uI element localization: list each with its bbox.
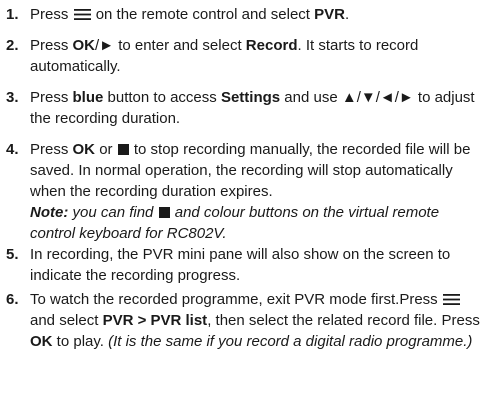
step-text: button to access xyxy=(107,89,217,106)
step-text: /► to enter and select xyxy=(95,37,242,54)
bold-term: Record xyxy=(245,37,298,54)
stop-icon xyxy=(117,144,129,155)
step-text: on the remote control and select xyxy=(95,6,310,23)
step-5: 5. In recording, the PVR mini pane will … xyxy=(4,244,480,286)
bold-term: OK xyxy=(72,37,96,54)
step-text: . xyxy=(345,6,350,23)
instruction-document: 1. Press on the remote control and selec… xyxy=(4,4,480,352)
bold-term: PVR xyxy=(314,6,345,23)
steps-list: 1. Press on the remote control and selec… xyxy=(4,4,480,352)
step-text: and select xyxy=(30,312,99,329)
bold-term: blue xyxy=(72,89,104,106)
step-number: 6. xyxy=(6,291,19,308)
note-text: you can find xyxy=(72,204,154,221)
note-label: Note: xyxy=(30,204,69,221)
step-text: to stop recording manually, the recorded… xyxy=(30,141,471,200)
step-text: or xyxy=(99,141,113,158)
step-text: Press xyxy=(30,141,69,158)
step-number: 2. xyxy=(6,37,19,54)
bold-term: Settings xyxy=(220,89,281,106)
step-text: To watch the recorded programme, exit PV… xyxy=(30,291,438,308)
note: Note: you can find and colour buttons on… xyxy=(30,204,439,242)
bold-term: OK xyxy=(30,333,53,350)
step-number: 3. xyxy=(6,89,19,106)
step-6: 6. To watch the recorded programme, exit… xyxy=(4,289,480,352)
step-text: In recording, the PVR mini pane will als… xyxy=(30,246,451,284)
step-text: Press xyxy=(30,89,69,106)
bold-term: OK xyxy=(72,141,96,158)
step-number: 1. xyxy=(6,6,19,23)
step-4: 4. Press OK or to stop recording manuall… xyxy=(4,139,480,244)
menu-icon xyxy=(442,294,460,305)
step-3: 3. Press blue button to access Settings … xyxy=(4,87,480,129)
step-1: 1. Press on the remote control and selec… xyxy=(4,4,480,25)
step-number: 4. xyxy=(6,141,19,158)
step-text: , then select the related record file. P… xyxy=(207,312,480,329)
step-text: to play. xyxy=(56,333,104,350)
step-2: 2. Press OK/► to enter and select Record… xyxy=(4,35,480,77)
step-number: 5. xyxy=(6,246,19,263)
step-text: Press xyxy=(30,6,69,23)
bold-term: PVR > PVR list xyxy=(102,312,208,329)
step-text: Press xyxy=(30,37,69,54)
stop-icon xyxy=(158,207,170,218)
italic-note: (It is the same if you record a digital … xyxy=(108,333,473,350)
menu-icon xyxy=(73,9,91,20)
